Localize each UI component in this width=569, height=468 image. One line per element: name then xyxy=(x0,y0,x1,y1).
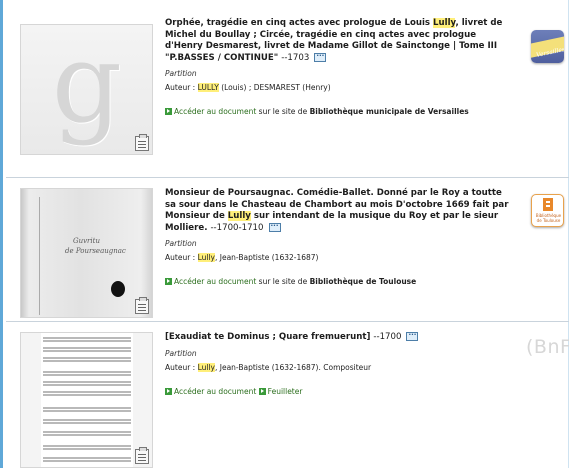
document-type-icon xyxy=(135,447,149,464)
staff-line xyxy=(43,407,131,413)
manuscript-text-line: Guvritu xyxy=(73,237,100,245)
result-item: Guvritu de Pourseaugnac Monsieur de Pour… xyxy=(6,178,569,322)
more-info-button[interactable]: ··· xyxy=(314,52,327,62)
manuscript-text-line: de Pourseaugnac xyxy=(65,247,126,255)
page-crease xyxy=(39,197,40,315)
author-rest: , Jean-Baptiste (1632-1687) xyxy=(214,253,319,262)
search-results-list: g Orphée, tragédie en cinq actes avec pr… xyxy=(3,0,569,468)
author-rest: (Louis) ; DESMAREST (Henry) xyxy=(218,83,331,92)
author-highlight: Lully xyxy=(197,362,215,372)
result-author: Auteur : Lully, Jean-Baptiste (1632-1687… xyxy=(165,253,515,262)
result-thumbnail[interactable]: Guvritu de Pourseaugnac xyxy=(20,188,153,318)
browse-link[interactable]: Feuilleter xyxy=(268,387,303,396)
access-document-link[interactable]: Accéder au document xyxy=(174,107,256,116)
document-type: Partition xyxy=(165,348,197,358)
result-date: --1700 xyxy=(373,332,402,342)
author-prefix: Auteur : xyxy=(165,253,198,262)
result-item: g Orphée, tragédie en cinq actes avec pr… xyxy=(6,0,569,178)
result-title[interactable]: Monsieur de Poursaugnac. Comédie-Ballet.… xyxy=(165,188,515,234)
access-mid-text: sur le site de xyxy=(256,277,310,286)
result-thumbnail[interactable] xyxy=(20,332,153,468)
result-date: --1703 xyxy=(281,52,310,63)
arrow-right-icon xyxy=(165,108,172,115)
staff-line xyxy=(43,337,131,343)
result-title[interactable]: [Exaudiat te Dominus ; Quare fremuerunt]… xyxy=(165,332,515,344)
staff-line xyxy=(43,431,131,437)
more-info-button[interactable]: ··· xyxy=(406,332,419,341)
library-building-icon xyxy=(543,198,553,211)
document-type-icon xyxy=(135,134,149,151)
document-type: Partition xyxy=(165,239,197,248)
arrow-right-icon xyxy=(258,387,266,395)
result-title[interactable]: Orphée, tragédie en cinq actes avec prol… xyxy=(165,18,515,64)
title-text: [Exaudiat te Dominus ; Quare fremuerunt] xyxy=(165,332,371,342)
manuscript-image: Guvritu de Pourseaugnac xyxy=(21,189,152,317)
staff-line xyxy=(43,457,131,463)
author-rest: , Jean-Baptiste (1632-1687). Compositeur xyxy=(214,362,372,372)
result-content: Monsieur de Poursaugnac. Comédie-Ballet.… xyxy=(165,188,515,287)
result-author: Auteur : LULLY (Louis) ; DESMAREST (Henr… xyxy=(165,83,515,92)
title-text: Orphée, tragédie en cinq actes avec prol… xyxy=(165,18,434,28)
staff-line xyxy=(43,371,131,377)
title-highlight: Lully xyxy=(433,18,456,28)
author-highlight: LULLY xyxy=(197,83,219,92)
access-mid-text: sur le site de xyxy=(256,107,310,116)
result-thumbnail[interactable]: g xyxy=(20,24,153,155)
result-content: Orphée, tragédie en cinq actes avec prol… xyxy=(165,18,515,117)
access-line: Accéder au document sur le site de Bibli… xyxy=(165,276,515,287)
access-line: Accéder au document sur le site de Bibli… xyxy=(165,106,515,117)
author-highlight: Lully xyxy=(197,253,215,262)
staff-line xyxy=(43,391,131,397)
staff-line xyxy=(43,419,131,425)
access-document-link[interactable]: Accéder au document xyxy=(174,277,256,286)
document-type: Partition xyxy=(165,69,197,78)
library-name: Bibliothèque municipale de Versailles xyxy=(309,107,469,116)
access-document-link[interactable]: Accéder au document xyxy=(174,387,256,396)
arrow-right-icon xyxy=(165,278,172,285)
versailles-logo[interactable]: Versailles xyxy=(531,30,564,63)
staff-line xyxy=(43,445,131,451)
staff-line xyxy=(43,381,131,387)
score-image xyxy=(41,333,133,467)
document-type-icon xyxy=(135,297,149,314)
more-info-button[interactable]: ··· xyxy=(268,222,281,232)
result-content: [Exaudiat te Dominus ; Quare fremuerunt]… xyxy=(165,332,515,397)
library-name: Bibliothèque de Toulouse xyxy=(309,277,417,286)
logo-text: Versailles xyxy=(535,46,564,59)
staff-line xyxy=(43,347,131,353)
gallica-g-icon: g xyxy=(51,24,123,147)
ink-blot xyxy=(111,281,125,297)
bnf-logo[interactable]: (BnF xyxy=(526,336,569,358)
result-author: Auteur : Lully, Jean-Baptiste (1632-1687… xyxy=(165,362,515,372)
access-line: Accéder au document Feuilleter xyxy=(165,386,515,397)
title-highlight: Lully xyxy=(227,211,251,221)
staff-line xyxy=(43,357,131,363)
result-date: --1700-1710 xyxy=(210,222,264,233)
results-frame: g Orphée, tragédie en cinq actes avec pr… xyxy=(0,0,569,468)
result-item: [Exaudiat te Dominus ; Quare fremuerunt]… xyxy=(6,322,569,468)
toulouse-library-logo[interactable]: Bibliothèque de Toulouse xyxy=(531,194,564,227)
author-prefix: Auteur : xyxy=(165,362,198,372)
logo-caption: Bibliothèque de Toulouse xyxy=(535,213,562,223)
author-prefix: Auteur : xyxy=(165,83,198,92)
arrow-right-icon xyxy=(165,387,172,395)
